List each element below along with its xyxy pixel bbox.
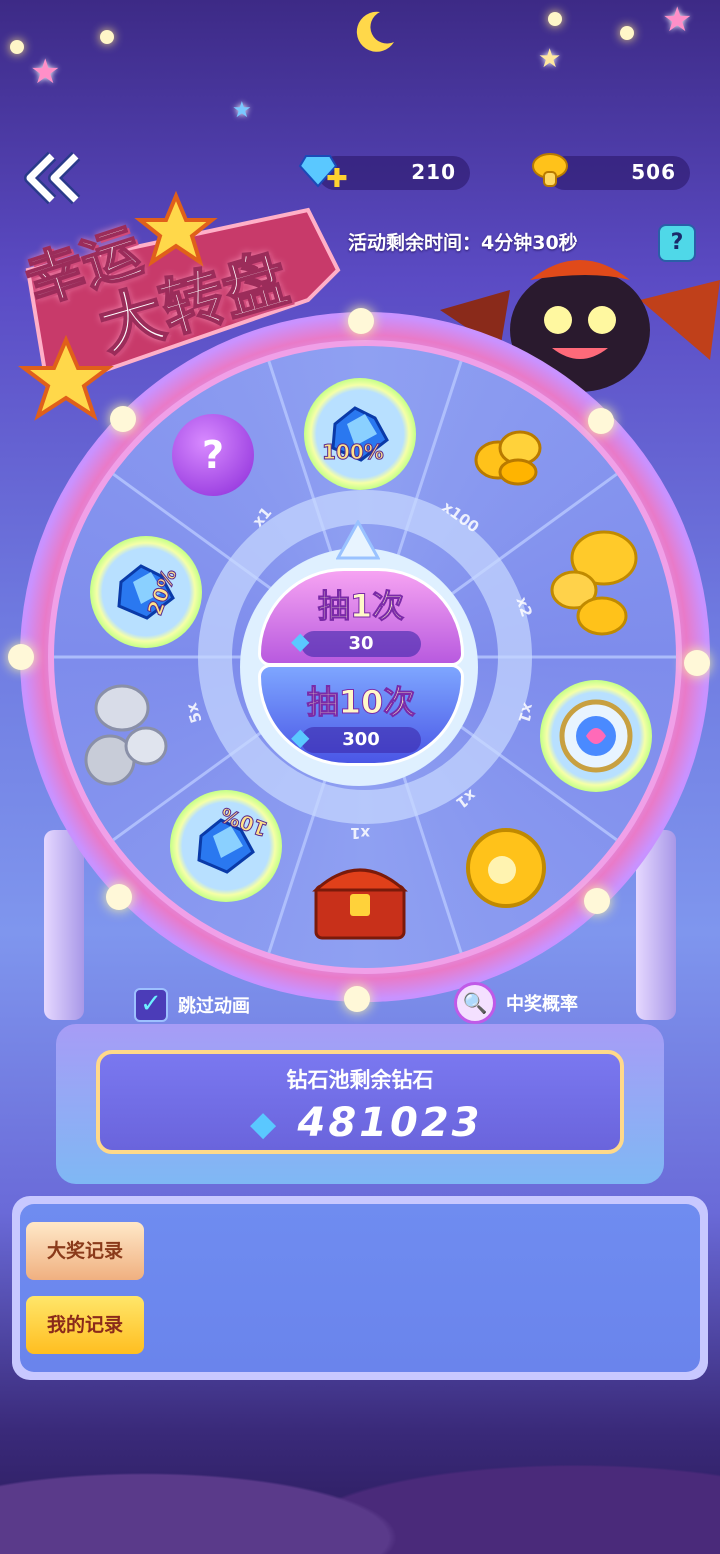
prize-medal [540,680,652,792]
magnifier-icon: 🔍 [454,982,496,1024]
wheel-light [106,884,132,910]
gold-dragon-coin-icon [466,828,546,908]
checkmark-icon[interactable]: ✓ [134,988,168,1022]
wheel-light [588,408,614,434]
prize-diamond-100 [304,378,416,490]
diamond-icon: ◆ [291,723,310,751]
star-icon: ★ [30,52,61,92]
draw-once-cost: ◆ 30 [291,628,421,657]
golden-mushrooms-icon [550,530,638,636]
draw-ten-cost-value: 300 [342,729,380,750]
silver-mushrooms-icon [84,684,168,786]
moon-icon [356,11,394,52]
multiplier-label: x1 [350,824,371,842]
star-icon: ★ [538,44,562,74]
star-icon: ★ [232,98,252,123]
prize-diamond-20 [90,536,202,648]
light-bulb [620,26,634,40]
wheel-light [348,308,374,334]
draw-ten-cost: ◆ 300 [291,724,421,753]
diamond-pool-value: 481023 [297,1100,483,1146]
win-rate-button[interactable]: 🔍 中奖概率 [454,982,578,1024]
gold-coins-icon [474,430,542,486]
mystery-orb-icon: ? [172,414,254,496]
wheel-light [110,406,136,432]
diamond-balance-value: 210 [411,160,456,184]
light-bulb [100,30,114,44]
treasure-chest-icon [312,868,408,940]
diamond-icon: ◆ [291,627,310,655]
light-bulb [10,40,24,54]
wheel-light [584,888,610,914]
wheel-light [344,986,370,1012]
wheel-pointer-icon [336,520,380,560]
draw-once-label: 抽1次 [317,587,405,626]
win-rate-label: 中奖概率 [506,994,578,1015]
diamond-pool-label: 钻石池剩余钻石 [286,1068,434,1092]
draw-once-button[interactable]: 抽1次 ◆ 30 [258,568,464,666]
wheel-light [684,650,710,676]
skip-animation-toggle[interactable]: ✓ 跳过动画 [134,988,250,1022]
my-records-button[interactable]: 我的记录 [26,1296,144,1354]
star-icon: ★ [662,0,693,40]
bottom-decoration [0,1390,720,1554]
light-bulb [548,12,562,26]
mushroom-icon [532,153,568,187]
mushroom-balance-value: 506 [631,160,676,184]
wheel-light [8,644,34,670]
skip-animation-label: 跳过动画 [178,996,250,1017]
draw-once-cost-value: 30 [348,633,374,654]
rainbow-medal-icon [559,699,633,773]
grand-prize-records-button[interactable]: 大奖记录 [26,1222,144,1280]
draw-ten-label: 抽10次 [306,683,416,722]
prize-label-100: 100% [322,440,385,465]
